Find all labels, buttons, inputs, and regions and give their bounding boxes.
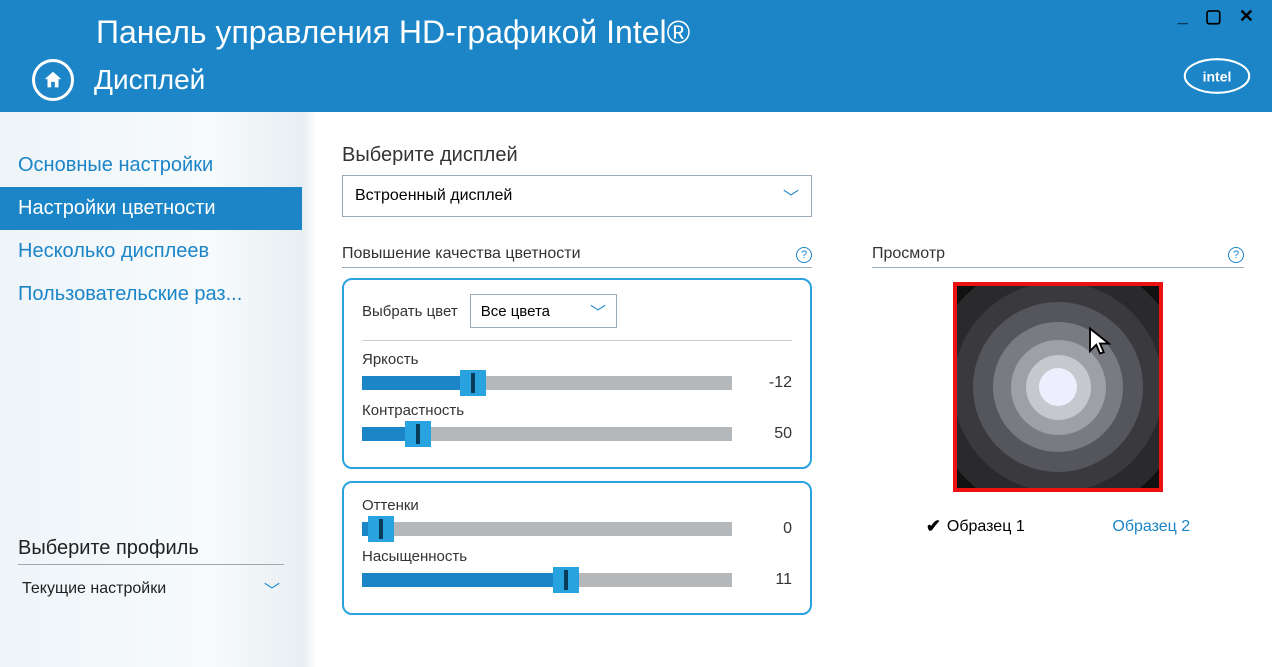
section-title: Дисплей [94, 64, 205, 96]
intel-logo: intel [1182, 53, 1252, 104]
saturation-value: 11 [752, 571, 792, 589]
display-select[interactable]: Встроенный дисплей ﹀ [342, 175, 812, 217]
sidebar-item-label: Настройки цветности [18, 197, 216, 219]
header: _ ▢ ✕ Панель управления HD-графикой Inte… [0, 0, 1272, 112]
sample-2-button[interactable]: Образец 2 [1112, 518, 1190, 536]
sidebar: Основные настройки Настройки цветности Н… [0, 112, 302, 667]
sample-1-button[interactable]: ✔ Образец 1 [926, 516, 1025, 537]
brightness-slider[interactable] [362, 376, 732, 390]
maximize-button[interactable]: ▢ [1205, 6, 1228, 26]
sidebar-item-multi[interactable]: Несколько дисплеев [0, 230, 302, 273]
display-select-label: Выберите дисплей [342, 144, 1244, 167]
hue-value: 0 [752, 520, 792, 538]
chevron-down-icon: ﹀ [783, 184, 799, 208]
chevron-down-icon: ﹀ [590, 299, 606, 323]
help-icon[interactable]: ? [796, 247, 812, 263]
app-title: Панель управления HD-графикой Intel® [0, 0, 1272, 51]
select-color-dropdown[interactable]: Все цвета ﹀ [470, 294, 617, 328]
slider-label-saturation: Насыщенность [362, 548, 792, 565]
profile-select-value: Текущие настройки [22, 580, 166, 598]
select-color-label: Выбрать цвет [362, 303, 458, 320]
cursor-icon [1085, 326, 1115, 356]
sidebar-item-custom[interactable]: Пользовательские раз... [0, 273, 302, 316]
svg-text:intel: intel [1203, 69, 1232, 85]
minimize-button[interactable]: _ [1178, 6, 1194, 26]
slider-label-hue: Оттенки [362, 497, 792, 514]
hue-saturation-panel: Оттенки 0 Насыщенность [342, 481, 812, 615]
preview-image [953, 282, 1163, 492]
slider-label-contrast: Контрастность [362, 402, 792, 419]
hue-slider[interactable] [362, 522, 732, 536]
sample-1-label: Образец 1 [947, 518, 1025, 536]
saturation-slider[interactable] [362, 573, 732, 587]
home-icon [42, 69, 64, 91]
brightness-contrast-panel: Выбрать цвет Все цвета ﹀ Яркость [342, 278, 812, 469]
brightness-value: -12 [752, 374, 792, 392]
window-controls: _ ▢ ✕ [1178, 6, 1260, 27]
check-icon: ✔ [926, 516, 941, 537]
color-section-title: Повышение качества цветности [342, 245, 581, 263]
display-select-value: Встроенный дисплей [355, 187, 512, 205]
sidebar-item-basic[interactable]: Основные настройки [0, 144, 302, 187]
preview-title: Просмотр [872, 245, 945, 263]
contrast-slider[interactable] [362, 427, 732, 441]
home-button[interactable] [32, 59, 74, 101]
help-icon[interactable]: ? [1228, 247, 1244, 263]
contrast-value: 50 [752, 425, 792, 443]
sidebar-item-color[interactable]: Настройки цветности [0, 187, 302, 230]
slider-label-brightness: Яркость [362, 351, 792, 368]
sidebar-item-label: Основные настройки [18, 154, 213, 176]
profile-select[interactable]: Текущие настройки ﹀ [18, 571, 284, 607]
chevron-down-icon: ﹀ [264, 577, 280, 601]
main-content: Выберите дисплей Встроенный дисплей ﹀ По… [302, 112, 1272, 667]
select-color-value: Все цвета [481, 303, 550, 320]
close-button[interactable]: ✕ [1239, 6, 1260, 26]
sample-2-label: Образец 2 [1112, 518, 1190, 536]
sidebar-item-label: Несколько дисплеев [18, 240, 209, 262]
sidebar-item-label: Пользовательские раз... [18, 283, 242, 305]
profile-label: Выберите профиль [18, 537, 284, 565]
